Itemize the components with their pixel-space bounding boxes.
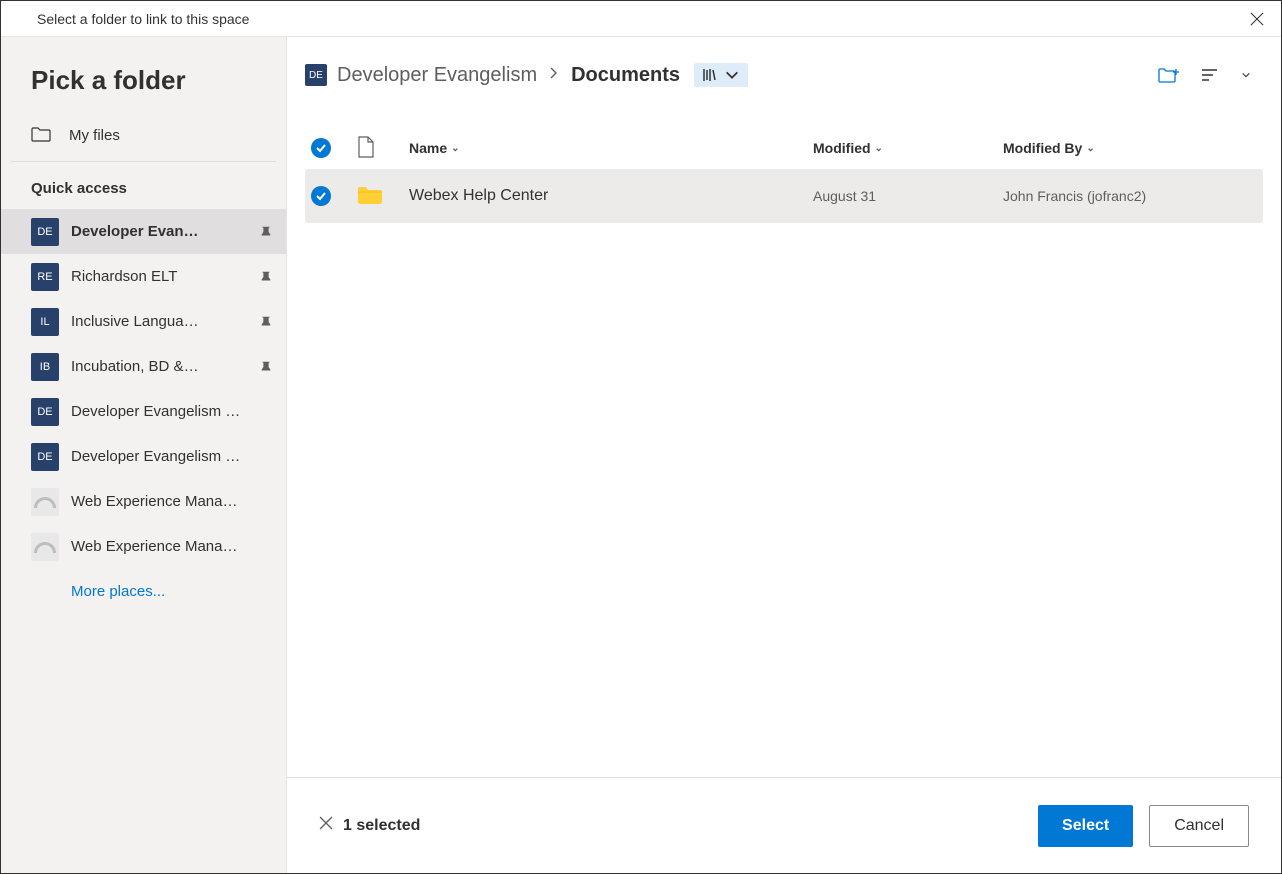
clear-selection[interactable]: 1 selected bbox=[319, 816, 420, 835]
dialog-body: Pick a folder My files Quick access DE D… bbox=[1, 37, 1281, 873]
cancel-button[interactable]: Cancel bbox=[1149, 805, 1249, 847]
sidebar-item-label: Developer Evan… bbox=[71, 223, 258, 240]
close-icon bbox=[1250, 12, 1264, 26]
sidebar-item-label: Web Experience Mana… bbox=[71, 538, 274, 555]
column-modified-label: Modified bbox=[813, 140, 871, 156]
sort-button[interactable] bbox=[1197, 61, 1225, 89]
sidebar-item-developer-evangelism-3[interactable]: DE Developer Evangelism … bbox=[1, 434, 286, 479]
chevron-right-icon bbox=[547, 66, 561, 85]
row-modified: August 31 bbox=[813, 188, 1003, 204]
checkmark-icon bbox=[311, 138, 331, 158]
sidebar-item-label: Inclusive Langua… bbox=[71, 313, 258, 330]
sidebar-item-label: Web Experience Mana… bbox=[71, 493, 274, 510]
sidebar-heading: Pick a folder bbox=[1, 65, 286, 116]
sidebar-item-label: Developer Evangelism … bbox=[71, 403, 274, 420]
chevron-down-icon: ⌄ bbox=[875, 143, 883, 154]
chevron-down-icon bbox=[724, 67, 740, 83]
site-badge bbox=[31, 488, 59, 516]
pin-icon[interactable] bbox=[258, 314, 274, 330]
breadcrumb: DE Developer Evangelism Documents bbox=[287, 37, 1281, 97]
site-badge: RE bbox=[31, 263, 59, 291]
column-modified-by[interactable]: Modified By ⌄ bbox=[1003, 140, 1263, 156]
close-icon bbox=[319, 816, 333, 835]
site-badge bbox=[31, 533, 59, 561]
site-badge: DE bbox=[31, 218, 59, 246]
sidebar-item-web-experience-2[interactable]: Web Experience Mana… bbox=[1, 524, 286, 569]
tiles-icon bbox=[702, 67, 718, 83]
main-content: DE Developer Evangelism Documents bbox=[287, 37, 1281, 873]
folder-outline-icon bbox=[31, 126, 51, 145]
sidebar-item-label: Incubation, BD &… bbox=[71, 358, 258, 375]
row-name: Webex Help Center bbox=[409, 187, 813, 205]
column-modified-by-label: Modified By bbox=[1003, 140, 1082, 156]
site-badge: IL bbox=[31, 308, 59, 336]
folder-picker-dialog: Select a folder to link to this space Pi… bbox=[0, 0, 1282, 874]
sidebar-item-label: Richardson ELT bbox=[71, 268, 258, 285]
breadcrumb-parent[interactable]: Developer Evangelism bbox=[337, 64, 537, 87]
chevron-down-icon bbox=[1241, 70, 1251, 80]
file-list-area: Name ⌄ Modified ⌄ Modified By ⌄ bbox=[287, 97, 1281, 777]
quick-access-list: DE Developer Evan… RE Richardson ELT IL … bbox=[1, 209, 286, 569]
select-all-checkbox[interactable] bbox=[305, 138, 357, 158]
column-modified[interactable]: Modified ⌄ bbox=[813, 140, 1003, 156]
sidebar-item-richardson-elt[interactable]: RE Richardson ELT bbox=[1, 254, 286, 299]
more-places-link[interactable]: More places... bbox=[1, 569, 286, 614]
table-row[interactable]: Webex Help Center August 31 John Francis… bbox=[305, 169, 1263, 223]
quick-access-label: Quick access bbox=[1, 180, 286, 209]
column-headers: Name ⌄ Modified ⌄ Modified By ⌄ bbox=[305, 127, 1263, 169]
pin-icon[interactable] bbox=[258, 269, 274, 285]
sidebar-item-label: Developer Evangelism … bbox=[71, 448, 274, 465]
sidebar-item-incubation-bd[interactable]: IB Incubation, BD &… bbox=[1, 344, 286, 389]
sidebar-item-developer-evangelism[interactable]: DE Developer Evan… bbox=[1, 209, 286, 254]
checkmark-icon bbox=[311, 186, 331, 206]
breadcrumb-badge: DE bbox=[305, 64, 327, 86]
selection-count: 1 selected bbox=[343, 817, 420, 835]
select-button[interactable]: Select bbox=[1038, 805, 1133, 847]
titlebar: Select a folder to link to this space bbox=[1, 1, 1281, 37]
sidebar: Pick a folder My files Quick access DE D… bbox=[1, 37, 287, 873]
type-column-icon bbox=[357, 136, 409, 161]
breadcrumb-current: Documents bbox=[571, 64, 680, 87]
view-switcher[interactable] bbox=[694, 63, 748, 87]
dialog-title: Select a folder to link to this space bbox=[37, 11, 249, 27]
sidebar-item-inclusive-language[interactable]: IL Inclusive Langua… bbox=[1, 299, 286, 344]
pin-icon[interactable] bbox=[258, 224, 274, 240]
row-checkbox[interactable] bbox=[305, 186, 357, 206]
sort-chevron[interactable] bbox=[1239, 61, 1253, 89]
site-badge: DE bbox=[31, 398, 59, 426]
chevron-down-icon: ⌄ bbox=[451, 143, 459, 154]
row-modified-by: John Francis (jofranc2) bbox=[1003, 188, 1263, 204]
column-name-label: Name bbox=[409, 140, 447, 156]
chevron-down-icon: ⌄ bbox=[1086, 143, 1094, 154]
dialog-footer: 1 selected Select Cancel bbox=[287, 777, 1281, 873]
sidebar-divider bbox=[11, 161, 276, 162]
sidebar-my-files[interactable]: My files bbox=[1, 116, 286, 155]
sidebar-item-developer-evangelism-2[interactable]: DE Developer Evangelism … bbox=[1, 389, 286, 434]
column-name[interactable]: Name ⌄ bbox=[409, 140, 813, 156]
site-badge: DE bbox=[31, 443, 59, 471]
new-folder-button[interactable] bbox=[1155, 61, 1183, 89]
sidebar-item-web-experience-1[interactable]: Web Experience Mana… bbox=[1, 479, 286, 524]
toolbar bbox=[1155, 61, 1253, 89]
site-badge: IB bbox=[31, 353, 59, 381]
my-files-label: My files bbox=[69, 127, 120, 144]
pin-icon[interactable] bbox=[258, 359, 274, 375]
folder-icon bbox=[357, 185, 409, 208]
close-button[interactable] bbox=[1245, 7, 1269, 31]
